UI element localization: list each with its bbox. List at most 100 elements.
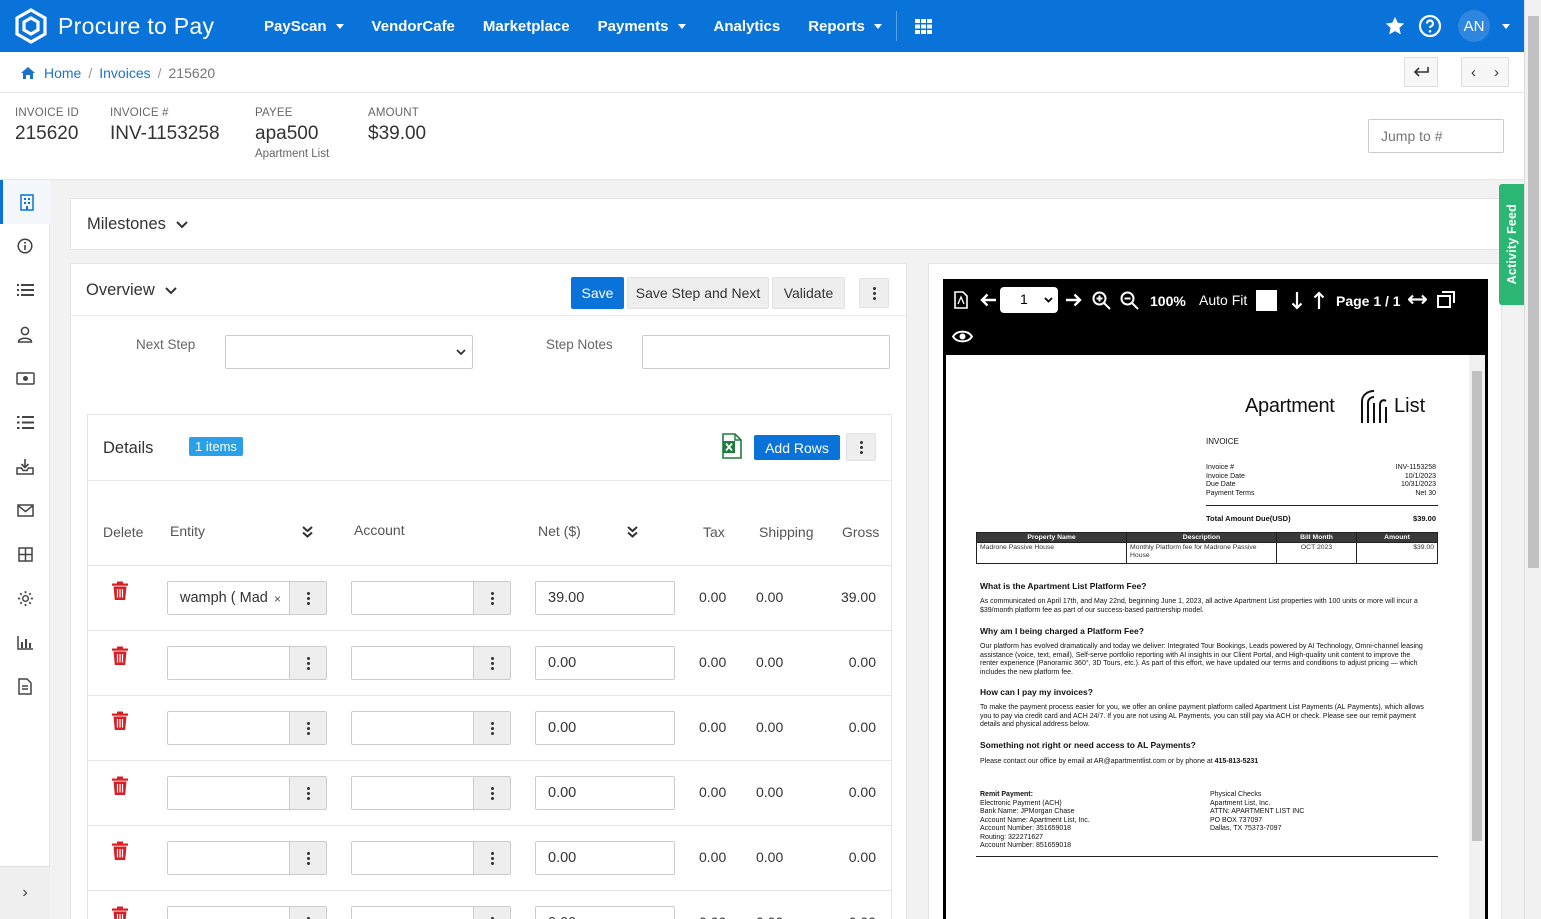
details-more-button[interactable] [846,433,876,461]
sidebar-item-money[interactable] [0,356,50,400]
account-field[interactable] [351,776,511,810]
sidebar-item-chart[interactable] [0,620,50,664]
nav-payments[interactable]: Payments [598,18,686,35]
account-field[interactable] [351,581,511,615]
breadcrumb-invoices[interactable]: Invoices [99,65,150,81]
entity-more-button[interactable] [289,647,326,679]
next-step-select[interactable] [225,335,473,369]
delete-row-button[interactable] [111,776,129,799]
account-field[interactable] [351,646,511,680]
col-net[interactable]: Net ($) [538,523,581,539]
scrollbar-thumb[interactable] [1528,16,1539,568]
save-button[interactable]: Save [571,277,624,309]
page-select[interactable]: 1 [1000,287,1058,313]
sidebar-item-grid[interactable] [0,532,50,576]
entity-field[interactable] [167,906,327,919]
net-input[interactable]: 0.00 [535,841,675,875]
delete-row-button[interactable] [111,906,129,919]
arrow-down-icon[interactable] [1291,291,1303,310]
sidebar-item-settings[interactable] [0,576,50,620]
net-input[interactable]: 39.00 [535,581,675,615]
col-entity[interactable]: Entity [170,523,205,539]
sidebar-expand-button[interactable]: › [0,866,50,919]
entity-more-button[interactable] [289,907,326,919]
account-more-button[interactable] [473,647,510,679]
apps-grid-icon[interactable] [914,18,932,34]
chevron-down-icon[interactable] [1502,23,1510,29]
account-field[interactable] [351,711,511,745]
entity-field[interactable] [167,711,327,745]
excel-export-icon[interactable] [722,433,742,459]
delete-row-button[interactable] [111,841,129,864]
entity-field[interactable]: wamph ( Mad × [167,581,327,615]
breadcrumb-home[interactable]: Home [44,65,81,81]
net-input[interactable]: 0.00 [535,711,675,745]
delete-row-button[interactable] [111,646,129,669]
entity-more-button[interactable] [289,842,326,874]
zoom-in-icon[interactable] [1092,291,1111,310]
delete-row-button[interactable] [111,581,129,604]
validate-button[interactable]: Validate [772,277,845,309]
account-more-button[interactable] [473,907,510,919]
net-input[interactable]: 0.00 [535,906,675,919]
nav-marketplace[interactable]: Marketplace [483,18,570,35]
net-input[interactable]: 0.00 [535,646,675,680]
user-avatar[interactable]: AN [1458,10,1490,42]
nav-vendorcafe[interactable]: VendorCafe [372,18,455,35]
help-icon[interactable] [1418,14,1442,38]
add-rows-button[interactable]: Add Rows [754,435,840,460]
arrow-right-icon[interactable] [1065,293,1082,307]
milestones-toggle[interactable]: Milestones [87,215,188,234]
fit-width-icon[interactable] [1408,294,1427,305]
pdf-scrollbar[interactable] [1469,355,1485,919]
auto-fit-checkbox[interactable] [1256,290,1277,311]
account-field[interactable] [351,906,511,919]
sidebar-item-document[interactable] [0,664,50,708]
jump-to-input[interactable] [1368,119,1504,153]
nav-analytics[interactable]: Analytics [714,18,781,35]
page-scrollbar[interactable] [1524,0,1541,919]
auto-fit-button[interactable]: Auto Fit [1199,292,1247,308]
sidebar-item-user[interactable] [0,312,50,356]
sidebar-item-info[interactable] [0,224,50,268]
sidebar-item-inbox[interactable] [0,444,50,488]
entity-field[interactable] [167,646,327,680]
nav-payscan[interactable]: PayScan [264,18,344,35]
popout-window-icon[interactable] [1437,291,1455,308]
save-step-next-button[interactable]: Save Step and Next [627,277,769,309]
back-button[interactable] [1404,57,1438,87]
sidebar-item-checklist[interactable] [0,400,50,444]
arrow-up-icon[interactable] [1313,291,1325,310]
account-more-button[interactable] [473,842,510,874]
zoom-out-icon[interactable] [1120,291,1139,310]
chevron-left-icon[interactable]: ‹ [1471,64,1476,81]
sidebar-item-list[interactable] [0,268,50,312]
double-chevron-down-icon[interactable] [302,526,313,538]
col-account[interactable]: Account [354,522,405,538]
star-icon[interactable] [1384,15,1406,37]
arrow-left-icon[interactable] [980,293,997,307]
home-icon[interactable] [20,66,36,80]
entity-field[interactable] [167,841,327,875]
overview-more-button[interactable] [859,278,889,308]
sidebar-item-building[interactable] [0,180,50,224]
sidebar-item-mail[interactable] [0,488,50,532]
entity-field[interactable] [167,776,327,810]
entity-more-button[interactable] [289,777,326,809]
double-chevron-down-icon[interactable] [627,526,638,538]
step-notes-input[interactable] [642,335,890,369]
entity-more-button[interactable] [289,712,326,744]
account-more-button[interactable] [473,582,510,614]
pdf-file-icon[interactable] [954,291,968,309]
account-more-button[interactable] [473,777,510,809]
app-logo[interactable]: Procure to Pay [14,8,236,44]
clear-icon[interactable]: × [274,592,281,606]
account-more-button[interactable] [473,712,510,744]
overview-toggle[interactable]: Overview [86,281,177,300]
chevron-right-icon[interactable]: › [1494,64,1499,81]
pdf-scrollbar-thumb[interactable] [1472,371,1482,841]
nav-reports[interactable]: Reports [808,18,882,35]
delete-row-button[interactable] [111,711,129,734]
entity-more-button[interactable] [289,582,326,614]
net-input[interactable]: 0.00 [535,776,675,810]
